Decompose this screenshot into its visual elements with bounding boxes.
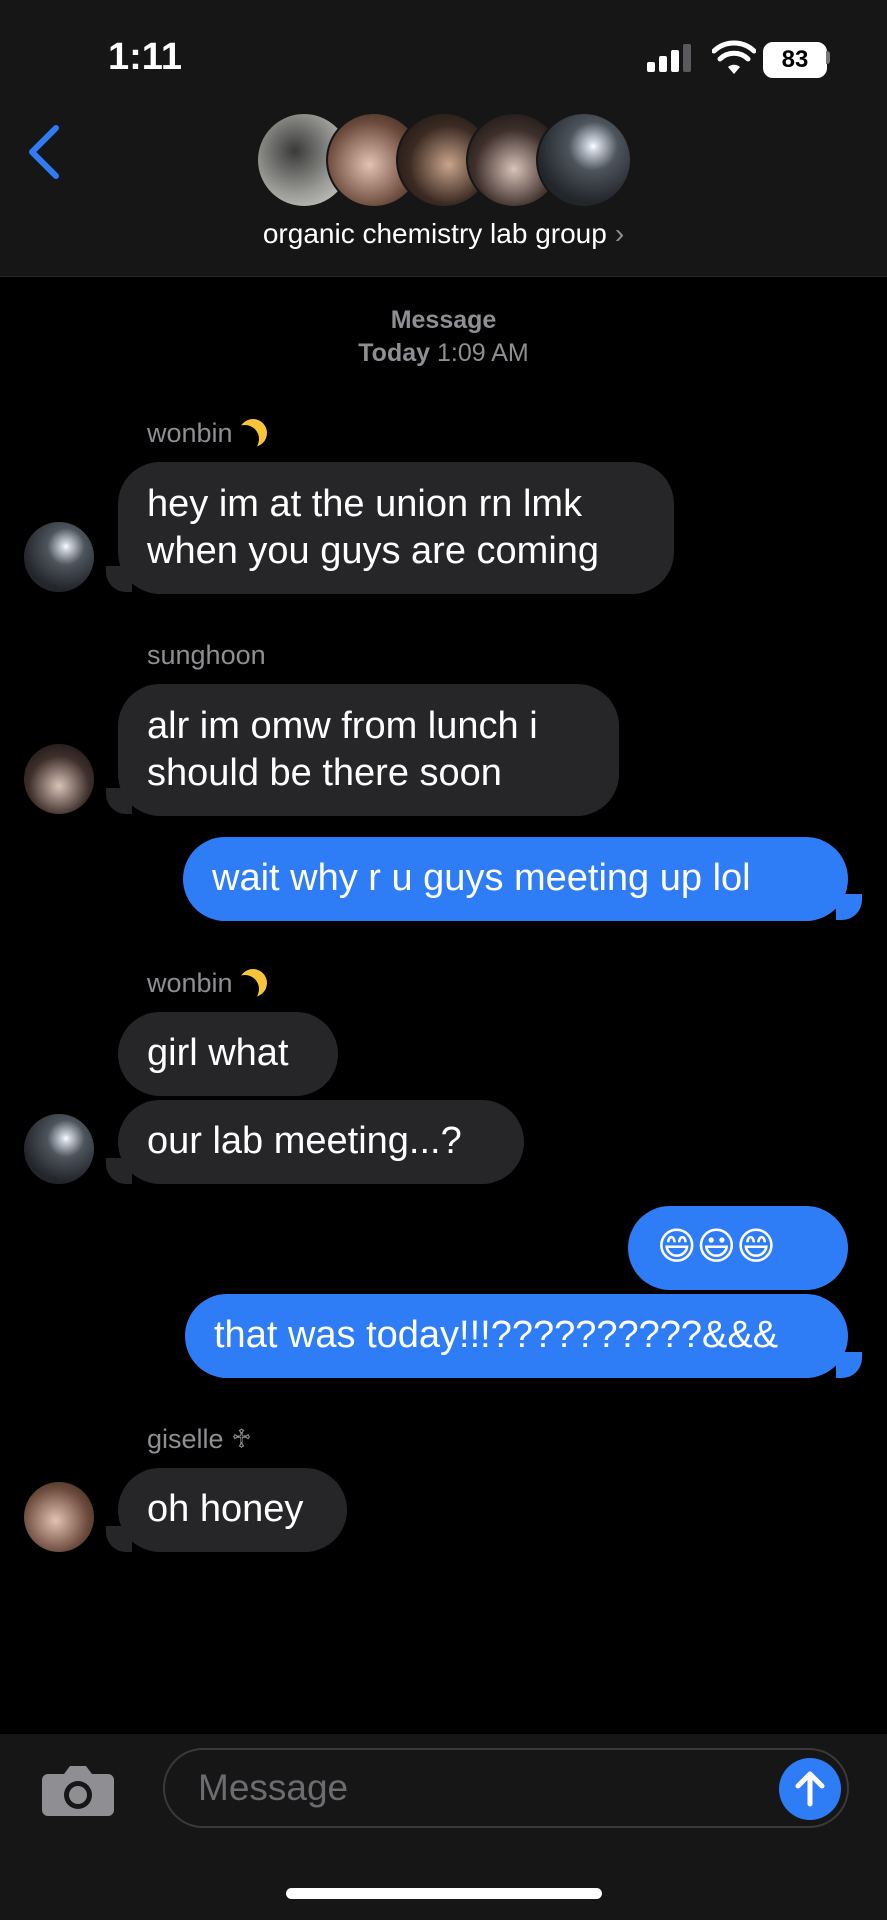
sender-name: sunghoon xyxy=(147,640,266,670)
avatar[interactable] xyxy=(24,1114,94,1184)
home-indicator[interactable] xyxy=(286,1888,602,1899)
signal-icon xyxy=(647,44,693,72)
thread-day: Today xyxy=(358,339,431,367)
message-text: should be there soon xyxy=(147,752,502,794)
message-text: when you guys are coming xyxy=(147,530,600,572)
message-text: alr im omw from lunch i xyxy=(147,705,538,747)
sender-label: wonbin xyxy=(147,968,233,998)
status-time: 1:11 xyxy=(108,36,182,78)
sender-label: wonbin xyxy=(147,418,233,448)
sender-symbol: ♱ xyxy=(231,1424,252,1454)
incoming-message-bubble[interactable]: alr im omw from lunch i should be there … xyxy=(118,684,619,816)
sender-name: wonbin xyxy=(147,968,267,999)
sender-name: giselle ♱ xyxy=(147,1424,252,1455)
incoming-message-bubble[interactable]: oh honey xyxy=(118,1468,347,1552)
sender-name: wonbin xyxy=(147,418,267,449)
moon-icon xyxy=(239,969,267,997)
incoming-message-bubble[interactable]: girl what xyxy=(118,1012,338,1096)
send-arrow-icon xyxy=(795,1771,825,1807)
outgoing-message-bubble[interactable]: 😄😃😄 xyxy=(628,1206,848,1290)
send-button[interactable] xyxy=(779,1758,841,1820)
avatar[interactable] xyxy=(24,1482,94,1552)
chevron-right-icon: › xyxy=(614,218,625,249)
avatar-5 xyxy=(536,112,632,208)
back-chevron-icon[interactable] xyxy=(24,124,68,180)
group-title[interactable]: organic chemistry lab group › xyxy=(0,218,887,250)
thread-label: Message xyxy=(390,306,497,334)
thread-timestamp: Message Today 1:09 AM xyxy=(0,304,887,370)
battery-cap xyxy=(826,51,830,64)
wifi-icon xyxy=(712,40,756,74)
message-input[interactable] xyxy=(163,1748,849,1828)
outgoing-message-bubble[interactable]: that was today!!!??????????&&& xyxy=(185,1294,848,1378)
message-text: hey im at the union rn lmk xyxy=(147,483,583,525)
conversation-header: 1:11 83 organic chemistry lab group › xyxy=(0,0,887,277)
moon-icon xyxy=(239,419,267,447)
avatar[interactable] xyxy=(24,522,94,592)
thread-time: 1:09 AM xyxy=(436,339,529,367)
battery-icon: 83 xyxy=(763,42,827,78)
incoming-message-bubble[interactable]: our lab meeting...? xyxy=(118,1100,524,1184)
group-name-text: organic chemistry lab group xyxy=(262,218,607,249)
group-avatars[interactable] xyxy=(256,112,632,208)
outgoing-message-bubble[interactable]: wait why r u guys meeting up lol xyxy=(183,837,848,921)
incoming-message-bubble[interactable]: hey im at the union rn lmk when you guys… xyxy=(118,462,674,594)
camera-icon[interactable] xyxy=(40,1762,116,1818)
avatar[interactable] xyxy=(24,744,94,814)
sender-label: giselle xyxy=(147,1424,224,1454)
